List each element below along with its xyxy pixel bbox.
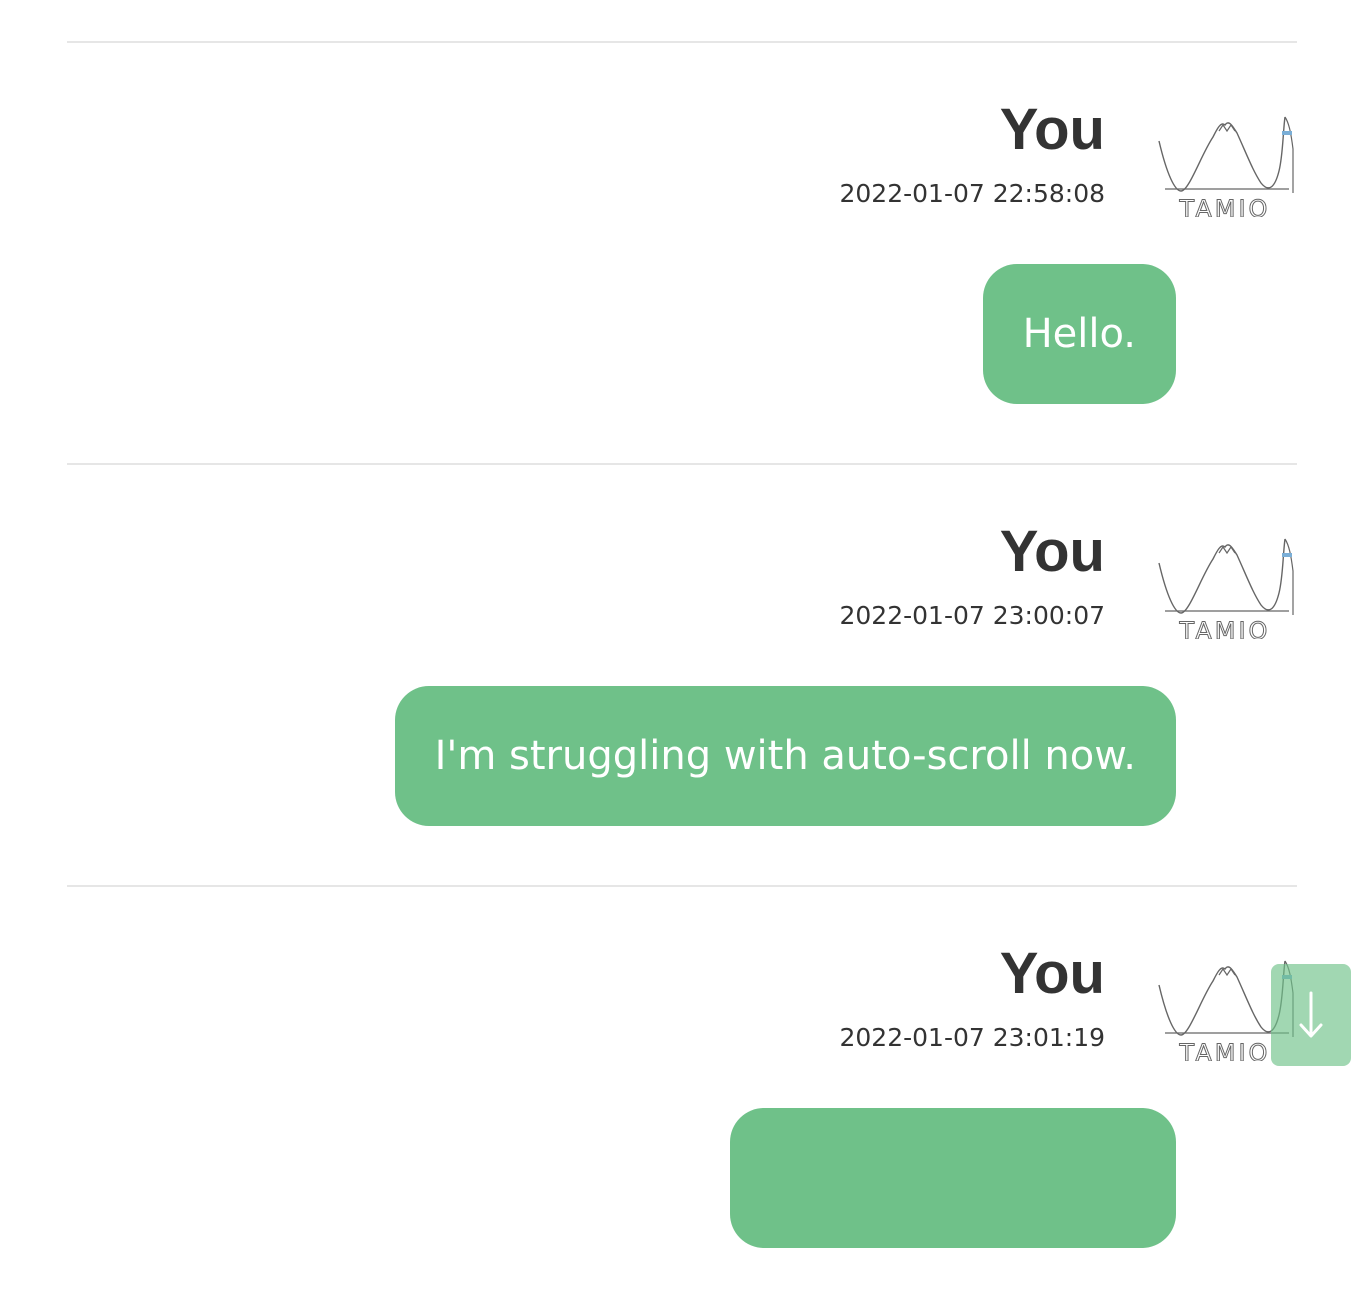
- avatar-logo-text: TAMIO: [1179, 1039, 1271, 1061]
- avatar: TAMIO: [1157, 113, 1297, 217]
- avatar-logo-text: TAMIO: [1179, 195, 1271, 217]
- chat-message: You 2022-01-07 23:00:07 TAMIO I'm strugg…: [67, 463, 1297, 885]
- sender-name: You: [999, 97, 1105, 162]
- message-bubble: Hello.: [982, 264, 1176, 404]
- chat-message-list[interactable]: You 2022-01-07 22:58:08 TAMIO Hello. You…: [67, 41, 1297, 1307]
- sender-name: You: [999, 941, 1105, 1006]
- chat-message: You 2022-01-07 23:01:19 TAMIO: [67, 885, 1297, 1307]
- sender-name: You: [999, 519, 1105, 584]
- message-bubble: [730, 1108, 1176, 1248]
- message-timestamp: 2022-01-07 23:01:19: [839, 1023, 1105, 1052]
- chat-message: You 2022-01-07 22:58:08 TAMIO Hello.: [67, 41, 1297, 463]
- avatar-logo-text: TAMIO: [1179, 617, 1271, 639]
- message-bubble: I'm struggling with auto-scroll now.: [394, 686, 1176, 826]
- avatar: TAMIO: [1157, 535, 1297, 639]
- scroll-to-bottom-button[interactable]: [1271, 964, 1351, 1066]
- arrow-down-icon: [1299, 991, 1323, 1038]
- message-timestamp: 2022-01-07 22:58:08: [839, 179, 1105, 208]
- message-timestamp: 2022-01-07 23:00:07: [839, 601, 1105, 630]
